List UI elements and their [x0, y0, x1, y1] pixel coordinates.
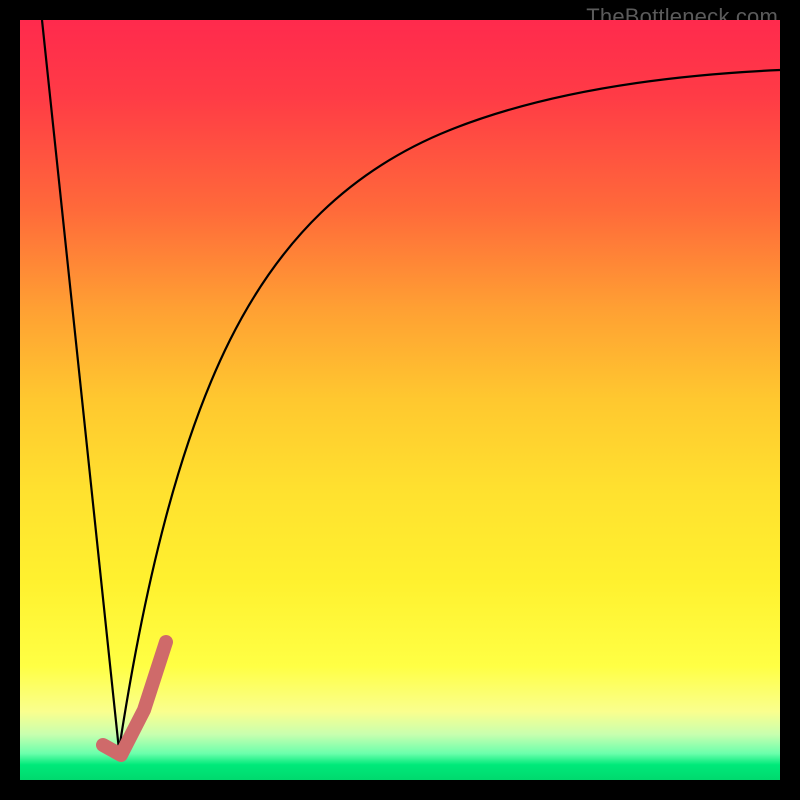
series-left-line — [42, 20, 119, 750]
series-right-curve — [119, 70, 780, 750]
plot-area — [20, 20, 780, 780]
chart-frame: TheBottleneck.com — [0, 0, 800, 800]
curves-svg — [20, 20, 780, 780]
